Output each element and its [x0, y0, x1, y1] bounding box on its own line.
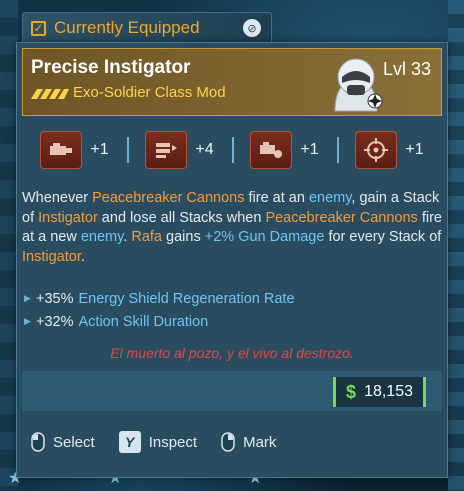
currency-icon: $ — [346, 381, 357, 402]
skill-bonus-value: +1 — [405, 141, 424, 158]
item-stats: ▶ +35% Energy Shield Regeneration Rate ▶… — [22, 287, 442, 333]
mark-action[interactable]: Mark — [221, 432, 276, 452]
item-name: Precise Instigator — [31, 57, 191, 78]
description-keyword: +2% Gun Damage — [204, 229, 325, 245]
description-keyword: Rafa — [131, 229, 162, 245]
description-text: and lose all Stacks when — [97, 209, 266, 226]
right-mouse-icon — [221, 432, 235, 452]
stat-line: ▶ +32% Action Skill Duration — [22, 310, 442, 333]
skill-bonus-slot[interactable]: +4 — [127, 123, 232, 177]
item-level: Lvl 33 — [382, 59, 431, 79]
rarity-chevrons-icon — [31, 89, 69, 99]
left-mouse-icon — [31, 432, 45, 452]
select-action[interactable]: Select — [31, 432, 95, 452]
description-keyword: Instigator — [38, 209, 98, 226]
skill-bonus-value: +1 — [90, 141, 109, 158]
description-text: fire at an — [244, 190, 309, 206]
compare-icon[interactable]: ⊘ — [243, 19, 261, 37]
skill-bonus-slot[interactable]: +1 — [337, 123, 442, 177]
mark-label: Mark — [243, 433, 277, 451]
bullet-icon: ▶ — [24, 293, 31, 303]
description-keyword: enemy — [308, 190, 352, 206]
checkmark-icon: ✓ — [31, 20, 46, 36]
description-keyword: enemy — [80, 229, 124, 245]
flavor-text: El muerto al pozo, y el vivo al destrozo… — [110, 345, 354, 361]
stat-name: Action Skill Duration — [78, 313, 209, 330]
item-type: Exo-Soldier Class Mod — [73, 84, 226, 101]
inspect-label: Inspect — [148, 433, 198, 451]
exo-soldier-portrait-icon — [334, 58, 383, 112]
item-header: Precise Instigator Exo-Soldier Class Mod… — [22, 48, 442, 116]
description-text: Whenever — [22, 190, 93, 206]
price-bar: $ 18,153 — [22, 371, 442, 411]
description-keyword: Peacebreaker Cannons — [92, 190, 245, 206]
item-card: Precise Instigator Exo-Soldier Class Mod… — [16, 42, 448, 478]
skill-bonuses-row: +1 +4 +1 +1 — [22, 123, 442, 177]
skill-bonus-slot[interactable]: +1 — [232, 123, 337, 177]
stat-value: +35% — [36, 290, 74, 307]
skill-bonus-value: +4 — [195, 141, 214, 158]
description-keyword: Peacebreaker Cannons — [265, 209, 418, 226]
crosshair-skill-icon — [355, 131, 398, 169]
select-label: Select — [53, 433, 95, 451]
y-key-icon: Y — [118, 431, 141, 453]
description-text: . — [80, 248, 85, 265]
currently-equipped-label: Currently Equipped — [54, 18, 200, 37]
cannon-boost-skill-icon — [250, 131, 293, 169]
bullet-icon: ▶ — [24, 316, 31, 326]
stat-line: ▶ +35% Energy Shield Regeneration Rate — [22, 287, 442, 310]
currently-equipped-tab[interactable]: ✓ Currently Equipped ⊘ — [22, 12, 272, 44]
skill-bonus-value: +1 — [300, 141, 319, 158]
price-box: $ 18,153 — [333, 377, 426, 407]
cannon-skill-icon — [40, 131, 83, 169]
stat-name: Energy Shield Regeneration Rate — [78, 290, 295, 307]
barrage-skill-icon — [145, 131, 188, 169]
description-text: gains — [162, 229, 205, 245]
item-description: Whenever Peacebreaker Cannons fire at an… — [22, 189, 442, 267]
description-keyword: Instigator — [22, 248, 81, 265]
action-hints: Select Y Inspect Mark — [31, 427, 300, 457]
description-text: for every Stack of — [324, 229, 442, 245]
background-grid-right — [448, 0, 464, 491]
skill-bonus-slot[interactable]: +1 — [22, 123, 127, 177]
stat-value: +32% — [36, 313, 74, 330]
inspect-action[interactable]: Y Inspect — [118, 431, 198, 453]
price-value: 18,153 — [364, 383, 413, 400]
